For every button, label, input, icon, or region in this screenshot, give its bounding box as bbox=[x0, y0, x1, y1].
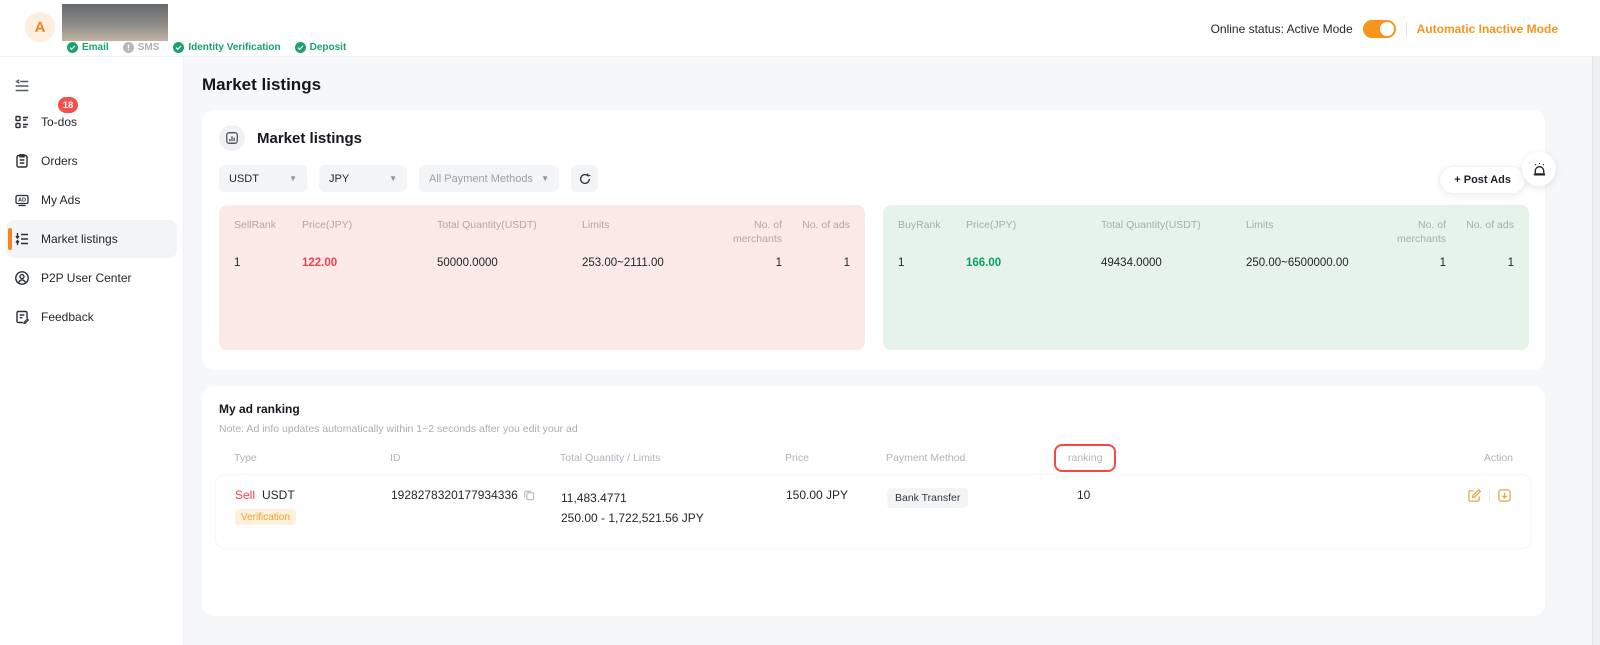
sidebar-item-label: P2P User Center bbox=[41, 271, 132, 285]
my-ad-ranking-title: My ad ranking bbox=[219, 402, 1528, 416]
payment-method-chip: Bank Transfer bbox=[887, 488, 968, 508]
buy-rank-row: 1 166.00 49434.0000 250.00~6500000.00 1 … bbox=[898, 257, 1514, 269]
market-listings-card: Market listings USDT ▼ JPY ▼ All Payment… bbox=[202, 110, 1545, 370]
ad-side: Sell bbox=[235, 488, 255, 502]
divider bbox=[1489, 490, 1490, 501]
alarm-icon bbox=[1531, 161, 1548, 178]
todos-count-badge: 18 bbox=[58, 97, 78, 113]
main-content: Market listings Market listings USDT ▼ J… bbox=[184, 57, 1592, 645]
verification-badges: Email SMS Identity Verification Deposit bbox=[67, 42, 346, 53]
ad-type-cell: Sell USDT Verification bbox=[235, 488, 391, 525]
ad-payment-method-cell: Bank Transfer bbox=[887, 488, 1069, 508]
my-ad-ranking-card: My ad ranking Note: Ad info updates auto… bbox=[202, 386, 1545, 616]
identity-verified-badge: Identity Verification bbox=[173, 42, 280, 53]
scrollbar[interactable] bbox=[1592, 57, 1600, 645]
check-circle-icon bbox=[173, 42, 184, 53]
sms-unverified-badge: SMS bbox=[123, 42, 160, 53]
payment-method-select[interactable]: All Payment Methods ▼ bbox=[419, 165, 559, 192]
ad-limits: 250.00 - 1,722,521.56 JPY bbox=[561, 508, 786, 528]
email-verified-badge: Email bbox=[67, 42, 109, 53]
automatic-inactive-mode-link[interactable]: Automatic Inactive Mode bbox=[1417, 22, 1558, 36]
check-circle-icon bbox=[67, 42, 78, 53]
take-offline-icon[interactable] bbox=[1497, 488, 1512, 503]
chevron-down-icon: ▼ bbox=[541, 174, 549, 183]
verification-chip: Verification bbox=[235, 509, 296, 525]
sidebar-item-label: Orders bbox=[41, 154, 78, 168]
ad-ranking-value: 10 bbox=[1069, 488, 1432, 502]
alarm-notification-button[interactable] bbox=[1522, 152, 1556, 186]
exclaim-circle-icon bbox=[123, 42, 134, 53]
sidebar-item-my-ads[interactable]: AD My Ads bbox=[6, 181, 177, 219]
fiat-select[interactable]: JPY ▼ bbox=[319, 165, 407, 192]
chart-icon bbox=[219, 125, 245, 151]
refresh-button[interactable] bbox=[571, 165, 598, 192]
coin-select[interactable]: USDT ▼ bbox=[219, 165, 307, 192]
my-ads-icon: AD bbox=[14, 192, 31, 209]
top-header: A Email SMS Identity Verification Deposi… bbox=[0, 0, 1600, 57]
todos-icon bbox=[14, 114, 31, 131]
user-center-icon bbox=[14, 270, 31, 287]
sidebar-item-p2p-user-center[interactable]: P2P User Center bbox=[6, 259, 177, 297]
deposit-verified-badge: Deposit bbox=[295, 42, 347, 53]
buy-price: 166.00 bbox=[966, 257, 1101, 269]
ranking-note: Note: Ad info updates automatically with… bbox=[219, 423, 1528, 435]
ad-quantity-limits-cell: 11,483.4771 250.00 - 1,722,521.56 JPY bbox=[561, 488, 786, 528]
ad-id: 1928278320177934336 bbox=[391, 488, 518, 502]
edit-ad-icon[interactable] bbox=[1467, 488, 1482, 503]
market-listings-icon bbox=[14, 231, 31, 248]
collapse-sidebar-icon[interactable] bbox=[13, 77, 31, 95]
ad-table-row: Sell USDT Verification 19282783201779343… bbox=[215, 474, 1532, 549]
orders-icon bbox=[14, 153, 31, 170]
sell-rank-panel: SellRank Price(JPY) Total Quantity(USDT)… bbox=[219, 205, 865, 350]
sidebar-item-label: My Ads bbox=[41, 193, 80, 207]
sidebar-item-label: To-dos bbox=[41, 115, 77, 129]
sell-rank-row: 1 122.00 50000.0000 253.00~2111.00 1 1 bbox=[234, 257, 850, 269]
sidebar-item-label: Feedback bbox=[41, 310, 94, 324]
chevron-down-icon: ▼ bbox=[389, 174, 397, 183]
sidebar-item-label: Market listings bbox=[41, 232, 118, 246]
avatar[interactable]: A bbox=[25, 12, 55, 42]
online-status-toggle[interactable] bbox=[1363, 20, 1396, 38]
ad-total-quantity: 11,483.4771 bbox=[561, 488, 786, 508]
feedback-icon bbox=[14, 309, 31, 326]
ad-actions bbox=[1432, 488, 1512, 503]
sidebar-item-feedback[interactable]: Feedback bbox=[6, 298, 177, 336]
chevron-down-icon: ▼ bbox=[289, 174, 297, 183]
copy-icon[interactable] bbox=[523, 489, 535, 501]
svg-text:AD: AD bbox=[18, 197, 26, 203]
sidebar-item-todos[interactable]: To-dos 18 bbox=[6, 103, 177, 141]
buy-rank-panel: BuyRank Price(JPY) Total Quantity(USDT) … bbox=[883, 205, 1529, 350]
card-title: Market listings bbox=[257, 130, 362, 147]
ad-price: 150.00 JPY bbox=[786, 488, 887, 502]
sell-price: 122.00 bbox=[302, 257, 437, 269]
ranking-highlight-box: ranking bbox=[1054, 444, 1116, 472]
sidebar: To-dos 18 Orders AD My Ads Market listin… bbox=[0, 57, 184, 645]
sidebar-item-orders[interactable]: Orders bbox=[6, 142, 177, 180]
check-circle-icon bbox=[295, 42, 306, 53]
sidebar-item-market-listings[interactable]: Market listings bbox=[6, 220, 177, 258]
online-status-label: Online status: Active Mode bbox=[1211, 22, 1353, 36]
ad-table-header: Type ID Total Quantity / Limits Price Pa… bbox=[202, 452, 1545, 464]
ad-id-cell: 1928278320177934336 bbox=[391, 488, 561, 502]
divider bbox=[1406, 22, 1407, 36]
merchant-name-redacted bbox=[62, 4, 168, 41]
page-title: Market listings bbox=[202, 75, 1545, 95]
post-ads-button[interactable]: + Post Ads bbox=[1439, 166, 1526, 194]
ad-asset: USDT bbox=[262, 488, 295, 502]
